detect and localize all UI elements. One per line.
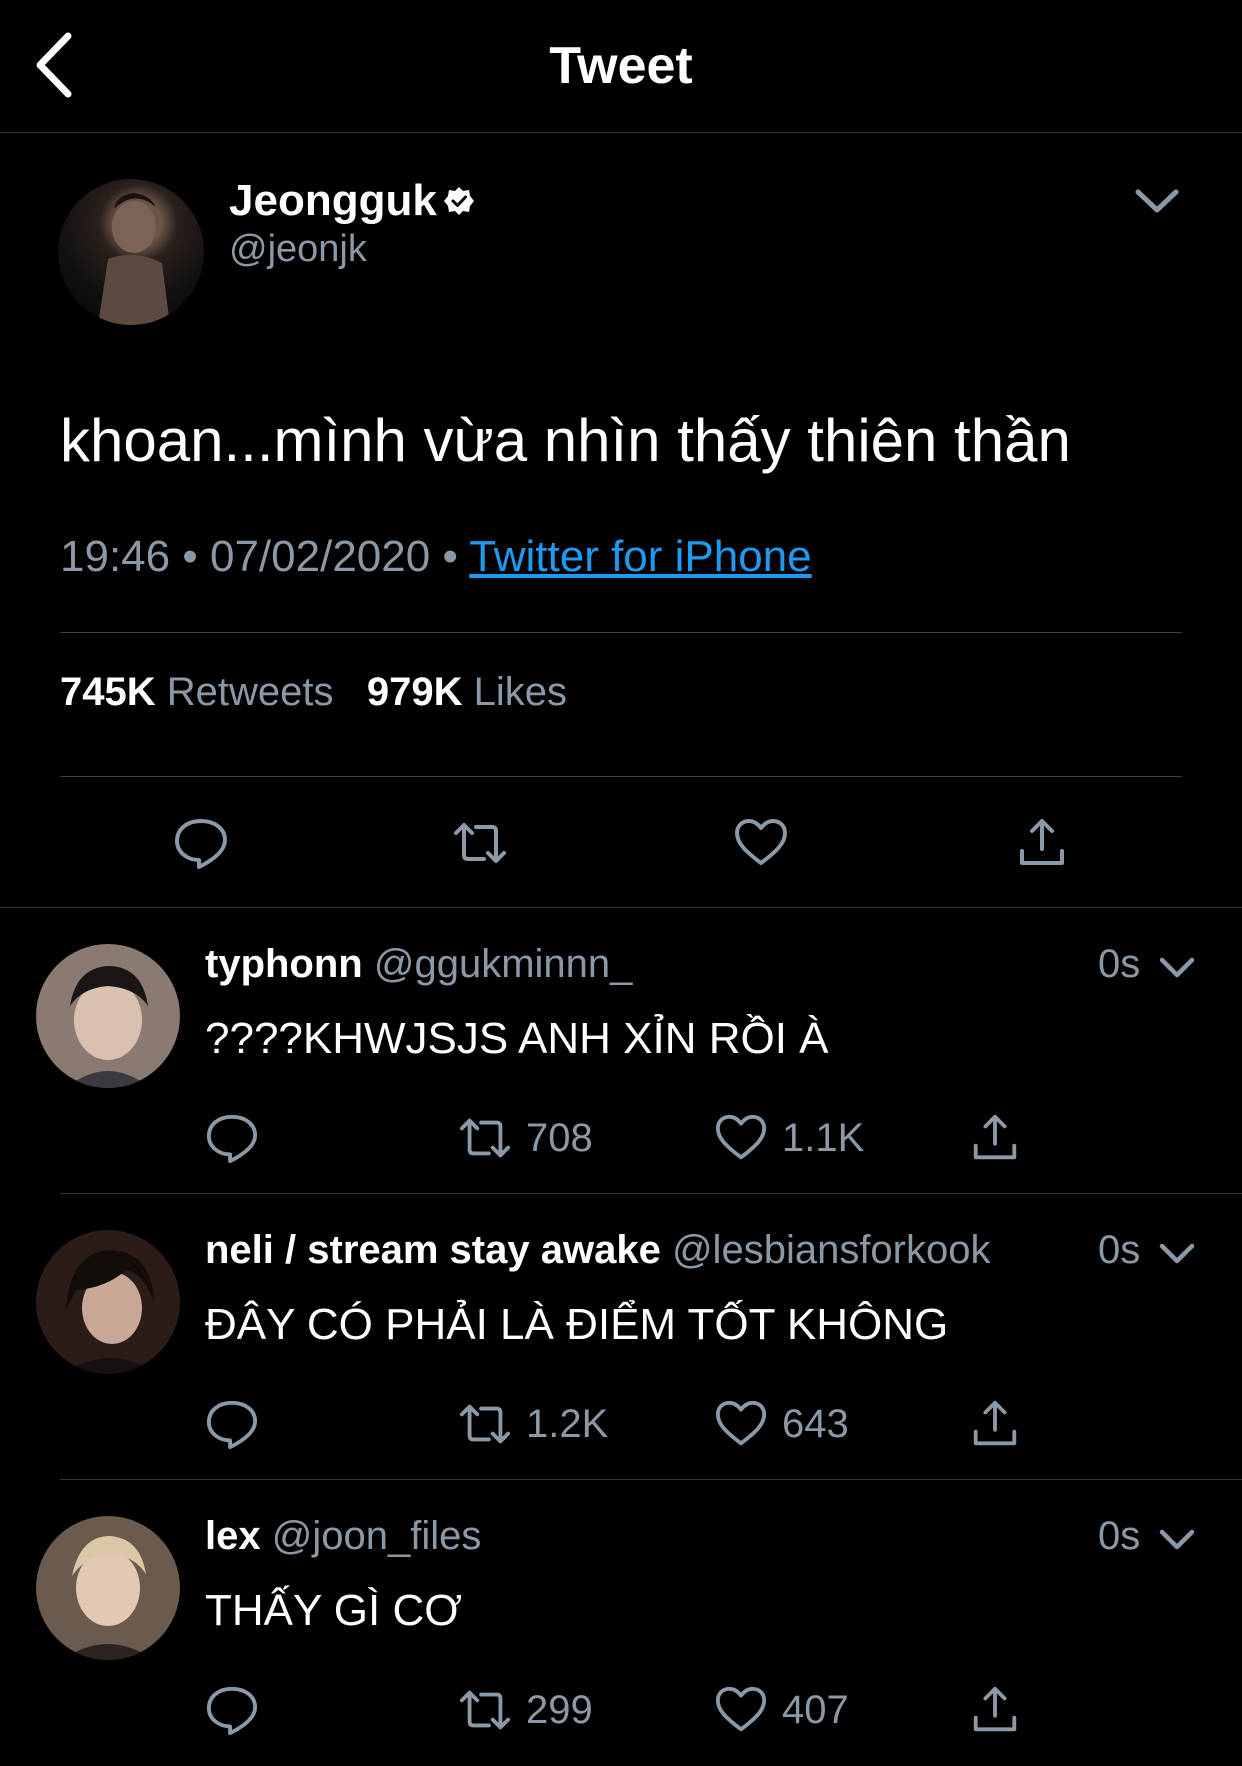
avatar[interactable] bbox=[36, 1516, 180, 1660]
likes-stat[interactable]: 979K Likes bbox=[367, 670, 567, 714]
heart-icon bbox=[715, 1114, 767, 1160]
chevron-down-icon[interactable] bbox=[1158, 1238, 1196, 1270]
reply-icon bbox=[206, 1400, 258, 1450]
retweet-button[interactable]: 299 bbox=[458, 1680, 593, 1740]
retweet-count: 1.2K bbox=[526, 1401, 609, 1446]
reply-icon[interactable] bbox=[173, 815, 229, 871]
share-icon bbox=[973, 1686, 1017, 1732]
reply-time: 0s bbox=[1098, 1228, 1141, 1272]
retweet-icon bbox=[459, 1118, 511, 1158]
chevron-down-icon[interactable] bbox=[1158, 952, 1196, 984]
retweet-icon bbox=[459, 1690, 511, 1730]
heart-icon bbox=[715, 1400, 767, 1446]
reply-text: ????KHWJSJS ANH XỈN RỒI À bbox=[205, 1014, 829, 1063]
avatar[interactable] bbox=[58, 179, 204, 325]
reply-icon bbox=[206, 1686, 258, 1736]
reply-author-name[interactable]: neli / stream stay awake bbox=[205, 1228, 661, 1272]
page-title: Tweet bbox=[549, 37, 693, 95]
tweet-source-link[interactable]: Twitter for iPhone bbox=[469, 532, 811, 581]
like-count: 407 bbox=[782, 1687, 849, 1732]
avatar[interactable] bbox=[36, 944, 180, 1088]
reply-button[interactable] bbox=[205, 1680, 259, 1740]
share-button[interactable] bbox=[968, 1394, 1022, 1454]
reply-text: THẤY GÌ CƠ bbox=[205, 1586, 462, 1635]
reply-author-handle[interactable]: @lesbiansforkook bbox=[672, 1228, 991, 1272]
verified-badge-icon bbox=[444, 187, 474, 215]
divider bbox=[60, 776, 1182, 777]
tweet-time: 19:46 bbox=[60, 532, 171, 581]
reply-header: typhonn @ggukminnn_ bbox=[205, 942, 632, 987]
share-icon bbox=[973, 1400, 1017, 1446]
avatar[interactable] bbox=[36, 1230, 180, 1374]
reply-header: neli / stream stay awake @lesbiansforkoo… bbox=[205, 1228, 991, 1273]
retweet-icon[interactable] bbox=[452, 815, 508, 871]
retweet-button[interactable]: 1.2K bbox=[458, 1394, 608, 1454]
reply-author-handle[interactable]: @ggukminnn_ bbox=[374, 942, 633, 986]
heart-icon bbox=[715, 1686, 767, 1732]
chevron-down-icon[interactable] bbox=[1132, 182, 1182, 222]
share-icon[interactable] bbox=[1014, 815, 1070, 871]
reply-icon bbox=[206, 1114, 258, 1164]
tweet-text: khoan...mình vừa nhìn thấy thiên thần bbox=[60, 407, 1071, 474]
retweet-button[interactable]: 708 bbox=[458, 1108, 593, 1168]
share-icon bbox=[973, 1114, 1017, 1160]
retweet-count: 708 bbox=[526, 1115, 593, 1160]
tweet-date: 07/02/2020 bbox=[209, 532, 431, 581]
reply-button[interactable] bbox=[205, 1108, 259, 1168]
heart-icon[interactable] bbox=[733, 815, 789, 871]
reply-time: 0s bbox=[1098, 942, 1141, 986]
reply-item[interactable]: lex @joon_files 0s THẤY GÌ CƠ 299 407 bbox=[0, 1480, 1242, 1766]
like-button[interactable]: 643 bbox=[714, 1394, 849, 1454]
like-count: 1.1K bbox=[782, 1115, 865, 1160]
top-bar: Tweet bbox=[0, 0, 1242, 133]
reply-item[interactable]: neli / stream stay awake @lesbiansforkoo… bbox=[0, 1194, 1242, 1480]
reply-author-handle[interactable]: @joon_files bbox=[272, 1514, 482, 1558]
reply-actions: 708 1.1K bbox=[205, 1108, 1055, 1168]
like-button[interactable]: 407 bbox=[714, 1680, 849, 1740]
meta-separator: • bbox=[442, 532, 470, 581]
chevron-down-icon[interactable] bbox=[1158, 1524, 1196, 1556]
share-button[interactable] bbox=[968, 1108, 1022, 1168]
reply-text: ĐÂY CÓ PHẢI LÀ ĐIỂM TỐT KHÔNG bbox=[205, 1300, 949, 1349]
reply-author-name[interactable]: lex bbox=[205, 1514, 261, 1558]
reply-button[interactable] bbox=[205, 1394, 259, 1454]
author-handle[interactable]: @jeonjk bbox=[229, 228, 367, 271]
reply-header: lex @joon_files bbox=[205, 1514, 481, 1559]
like-button[interactable]: 1.1K bbox=[714, 1108, 864, 1168]
author-name[interactable]: Jeongguk bbox=[229, 176, 437, 226]
meta-separator: • bbox=[182, 532, 210, 581]
reply-time: 0s bbox=[1098, 1514, 1141, 1558]
retweet-count: 299 bbox=[526, 1687, 593, 1732]
divider bbox=[60, 632, 1182, 633]
share-button[interactable] bbox=[968, 1680, 1022, 1740]
tweet-stats: 745K Retweets 979K Likes bbox=[60, 670, 567, 715]
reply-actions: 1.2K 643 bbox=[205, 1394, 1055, 1454]
reply-item[interactable]: typhonn @ggukminnn_ 0s ????KHWJSJS ANH X… bbox=[0, 908, 1242, 1194]
reply-actions: 299 407 bbox=[205, 1680, 1055, 1740]
retweets-stat[interactable]: 745K Retweets bbox=[60, 670, 334, 714]
reply-author-name[interactable]: typhonn bbox=[205, 942, 363, 986]
retweet-icon bbox=[459, 1404, 511, 1444]
tweet-meta: 19:46 • 07/02/2020 • Twitter for iPhone bbox=[60, 532, 812, 582]
like-count: 643 bbox=[782, 1401, 849, 1446]
